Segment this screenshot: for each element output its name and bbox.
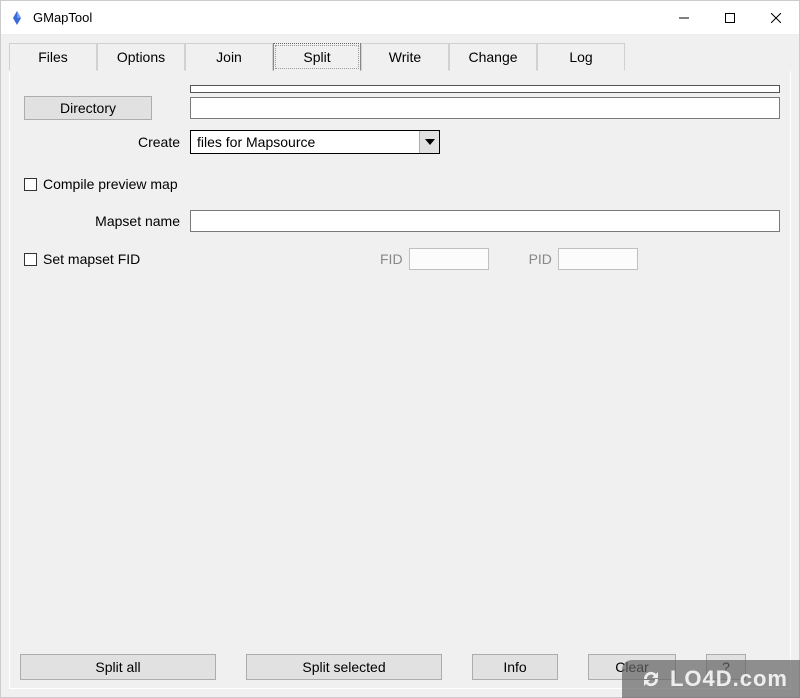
pid-input[interactable] bbox=[558, 248, 638, 270]
directory-button[interactable]: Directory bbox=[24, 96, 152, 120]
create-select-value: files for Mapsource bbox=[191, 134, 419, 150]
split-selected-button[interactable]: Split selected bbox=[246, 654, 442, 680]
tab-join[interactable]: Join bbox=[185, 43, 273, 71]
client-area: Files Options Join Split Write Change Lo… bbox=[1, 35, 799, 697]
tab-files[interactable]: Files bbox=[9, 43, 97, 71]
mapset-name-input[interactable] bbox=[190, 210, 780, 232]
titlebar: GMapTool bbox=[1, 1, 799, 35]
tab-change[interactable]: Change bbox=[449, 43, 537, 71]
refresh-icon bbox=[640, 668, 662, 690]
tab-split[interactable]: Split bbox=[273, 43, 361, 71]
app-window: GMapTool Files Options Join Split Write … bbox=[0, 0, 800, 698]
minimize-button[interactable] bbox=[661, 1, 707, 35]
pid-label: PID bbox=[529, 251, 558, 267]
set-mapset-fid-checkbox[interactable] bbox=[24, 253, 37, 266]
directory-input[interactable] bbox=[190, 97, 780, 119]
mapset-name-label: Mapset name bbox=[20, 213, 190, 229]
tab-log[interactable]: Log bbox=[537, 43, 625, 71]
dropdown-arrow-icon bbox=[419, 131, 439, 153]
close-button[interactable] bbox=[753, 1, 799, 35]
watermark: LO4D.com bbox=[622, 660, 800, 698]
compile-preview-checkbox[interactable] bbox=[24, 178, 37, 191]
path-display bbox=[190, 85, 780, 93]
tab-options[interactable]: Options bbox=[97, 43, 185, 71]
fid-label: FID bbox=[380, 251, 409, 267]
window-title: GMapTool bbox=[33, 10, 92, 25]
info-button[interactable]: Info bbox=[472, 654, 558, 680]
watermark-text: LO4D.com bbox=[670, 666, 788, 692]
app-icon bbox=[9, 10, 25, 26]
tab-write[interactable]: Write bbox=[361, 43, 449, 71]
compile-preview-row[interactable]: Compile preview map bbox=[20, 176, 780, 192]
tab-panel-split: Directory Create files for Mapsource Com… bbox=[9, 71, 791, 689]
compile-preview-label: Compile preview map bbox=[43, 176, 178, 192]
tab-bar: Files Options Join Split Write Change Lo… bbox=[9, 41, 791, 71]
fid-input[interactable] bbox=[409, 248, 489, 270]
maximize-button[interactable] bbox=[707, 1, 753, 35]
split-all-button[interactable]: Split all bbox=[20, 654, 216, 680]
create-label: Create bbox=[20, 134, 190, 150]
set-mapset-fid-label: Set mapset FID bbox=[43, 251, 140, 267]
create-select[interactable]: files for Mapsource bbox=[190, 130, 440, 154]
